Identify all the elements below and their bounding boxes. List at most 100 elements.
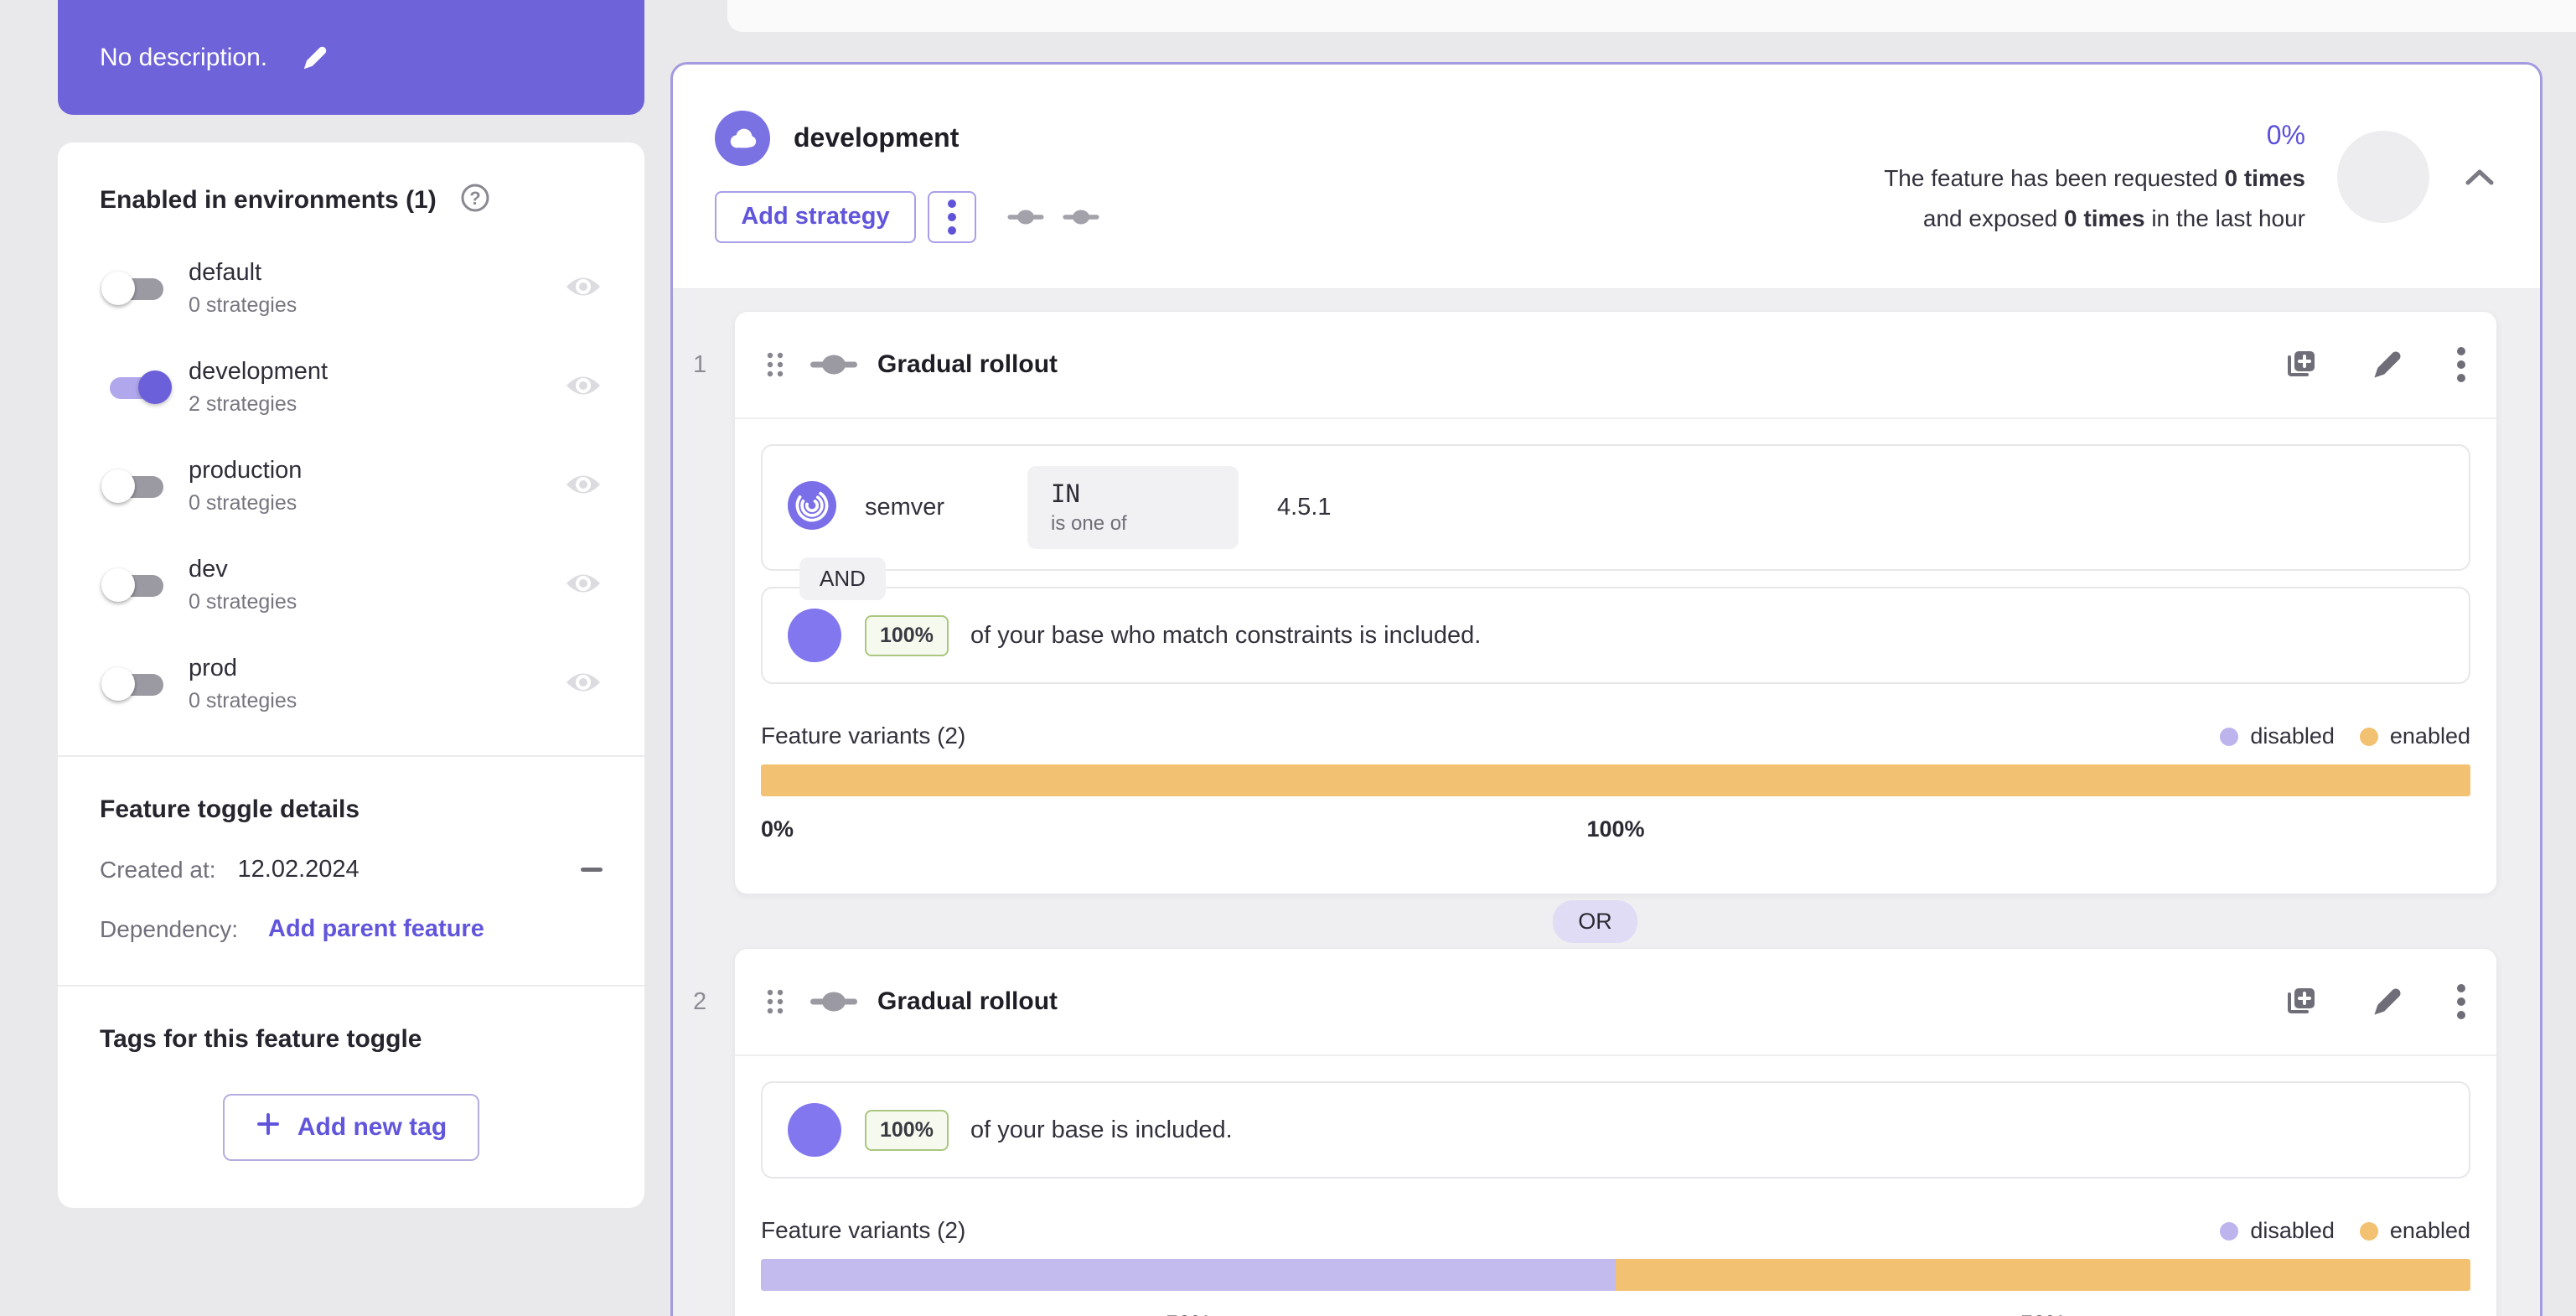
toggle-dev[interactable] (100, 564, 173, 606)
environments-section: Enabled in environments (1) ? default 0 … (58, 142, 644, 755)
copy-strategy-icon[interactable] (2282, 983, 2319, 1020)
strategy-list: 1 Gradual rollout semver IN is one of 4.… (673, 289, 2540, 1316)
kebab-icon (948, 199, 956, 235)
left-sidebar: No description. Enabled in environments … (58, 0, 644, 1208)
legend-dot-enabled (2359, 1221, 2378, 1241)
env-row-production: production 0 strategies (100, 457, 603, 516)
and-joiner-badge: AND (799, 557, 886, 600)
usage-line2: and exposed 0 times in the last hour (1922, 205, 2305, 231)
strategy-index: 1 (693, 351, 707, 378)
edit-strategy-pencil-icon[interactable] (2371, 985, 2404, 1018)
semver-constraint-icon (788, 481, 836, 534)
env-strategy-count: 0 strategies (189, 689, 297, 712)
constraint-box: semver IN is one of 4.5.1 (761, 444, 2470, 571)
rollout-description: of your base is included. (970, 1116, 1233, 1143)
copy-strategy-icon[interactable] (2282, 346, 2319, 383)
segment-percent-label: 50% (1166, 1311, 1211, 1316)
strategy-preview-icons (1006, 209, 1100, 225)
sidebar-card: Enabled in environments (1) ? default 0 … (58, 142, 644, 1208)
rollout-percentage-badge: 100% (865, 1109, 949, 1151)
drag-handle[interactable] (765, 987, 785, 1016)
variants-segment-enabled (1616, 1259, 2470, 1291)
strategy-item-1: 1 Gradual rollout semver IN is one of 4.… (693, 311, 2497, 894)
rollout-strategy-mini-icon (1063, 210, 1099, 224)
environment-accordion-development: development Add strategy 0% The feature … (670, 62, 2542, 1316)
add-strategy-label: Add strategy (741, 203, 890, 230)
segment-percent-label: 0% (761, 816, 794, 842)
toggle-prod[interactable] (100, 663, 173, 705)
env-strategy-count: 2 strategies (189, 392, 297, 416)
add-strategy-button[interactable]: Add strategy (715, 190, 916, 243)
legend-label: enabled (2389, 1218, 2470, 1243)
description-text: No description. (100, 43, 268, 71)
edit-strategy-pencil-icon[interactable] (2371, 348, 2404, 381)
toggle-default[interactable] (100, 267, 173, 309)
legend-dot-disabled (2220, 727, 2239, 746)
usage-stats: 0% The feature has been requested 0 time… (1884, 118, 2305, 236)
variants-bar-labels: 0% 100% (761, 810, 2470, 858)
eye-icon[interactable] (564, 571, 603, 600)
created-at-value: 12.02.2024 (237, 856, 360, 883)
constraint-operator: IN (1051, 479, 1080, 508)
variants-bar-labels: 50% 50% (761, 1304, 2470, 1316)
rollout-circle-icon (788, 609, 841, 662)
rollout-circle-icon (788, 1103, 841, 1157)
variants-segment-enabled (761, 764, 2470, 796)
description-card: No description. (58, 0, 644, 115)
constraint-value: 4.5.1 (1277, 494, 1332, 521)
help-icon[interactable]: ? (458, 181, 492, 219)
env-strategy-count: 0 strategies (189, 590, 297, 614)
collapse-environment-button[interactable] (2461, 168, 2498, 186)
legend-dot-enabled (2359, 727, 2378, 746)
legend-label: disabled (2250, 723, 2335, 749)
collapse-icon[interactable] (581, 868, 603, 872)
segment-percent-label: 100% (1586, 816, 1645, 842)
variants-legend: disabled enabled (2220, 1218, 2470, 1244)
header-card-remnant (727, 0, 2576, 32)
constraint-field-name: semver (865, 494, 945, 521)
edit-description-pencil-icon[interactable] (301, 44, 329, 72)
legend-label: disabled (2250, 1218, 2335, 1243)
add-new-tag-label: Add new tag (297, 1113, 447, 1141)
toggle-development[interactable] (100, 366, 173, 408)
eye-icon[interactable] (564, 274, 603, 303)
toggle-production[interactable] (100, 465, 173, 507)
strategy-index: 2 (693, 988, 707, 1015)
add-parent-feature-link[interactable]: Add parent feature (268, 915, 484, 943)
feature-variants-label: Feature variants (2) (761, 723, 966, 749)
eye-icon[interactable] (564, 670, 603, 699)
chevron-up-icon (2465, 169, 2494, 184)
env-row-dev: dev 0 strategies (100, 556, 603, 614)
plus-icon (256, 1111, 281, 1143)
rollout-box: 100% of your base who match constraints … (761, 587, 2470, 684)
svg-text:?: ? (469, 188, 480, 209)
env-row-default: default 0 strategies (100, 259, 603, 318)
strategy-more-menu-icon[interactable] (2456, 346, 2466, 383)
environment-more-menu-button[interactable] (928, 190, 976, 243)
strategy-more-menu-icon[interactable] (2456, 983, 2466, 1020)
or-separator-badge: OR (1553, 899, 1637, 943)
feature-details-section: Feature toggle details Created at: 12.02… (58, 757, 644, 985)
avatar (2337, 130, 2429, 223)
drag-handle[interactable] (765, 350, 785, 379)
tags-section: Tags for this feature toggle Add new tag (58, 987, 644, 1208)
variants-segment-disabled (761, 1259, 1616, 1291)
env-name: dev (189, 556, 228, 583)
legend-label: enabled (2389, 723, 2470, 749)
add-new-tag-button[interactable]: Add new tag (223, 1094, 479, 1161)
environment-accordion-header: development Add strategy 0% The feature … (673, 65, 2540, 289)
tags-title: Tags for this feature toggle (100, 1025, 422, 1053)
env-strategy-count: 0 strategies (189, 293, 297, 317)
created-at-label: Created at: (100, 856, 216, 883)
strategy-item-2: 2 Gradual rollout 100% of your base is i… (693, 948, 2497, 1316)
usage-percent: 0% (2266, 119, 2305, 150)
env-name: default (189, 259, 262, 286)
feature-details-title: Feature toggle details (100, 795, 360, 823)
env-row-development: development 2 strategies (100, 358, 603, 417)
env-row-prod: prod 0 strategies (100, 655, 603, 713)
eye-icon[interactable] (564, 472, 603, 501)
dependency-label: Dependency: (100, 915, 239, 942)
eye-icon[interactable] (564, 373, 603, 402)
rollout-strategy-mini-icon (1007, 210, 1044, 224)
rollout-strategy-icon (810, 991, 857, 1013)
